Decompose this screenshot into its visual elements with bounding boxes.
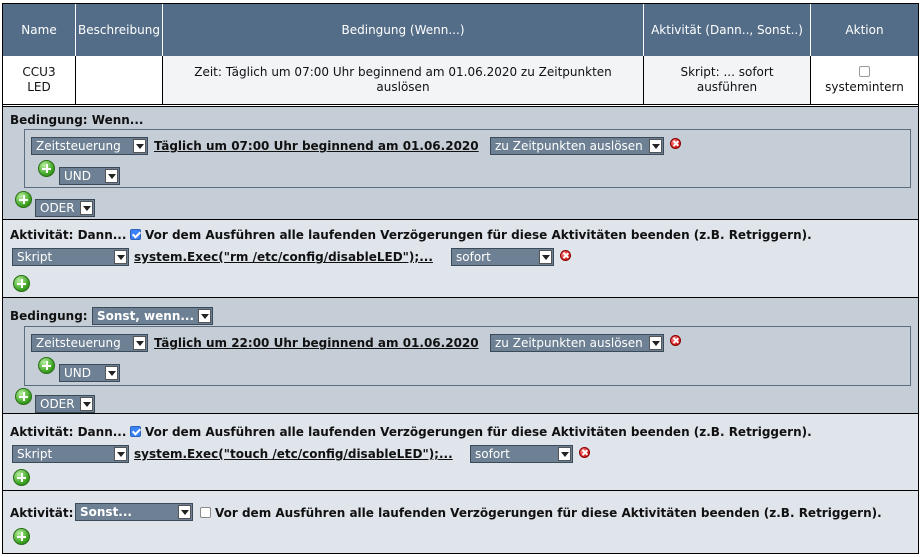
- dropdown-arrow-icon: [649, 139, 662, 153]
- add-activity-icon[interactable]: [13, 528, 30, 545]
- and-operator-select[interactable]: UND: [59, 364, 120, 382]
- dropdown-arrow-icon: [178, 505, 191, 519]
- script-link[interactable]: system.Exec("rm /etc/config/disableLED")…: [134, 250, 433, 264]
- condition-summary-cell: Zeit: Täglich um 07:00 Uhr beginnend am …: [163, 56, 644, 104]
- or-operator-select[interactable]: ODER: [35, 395, 95, 413]
- dropdown-arrow-icon: [105, 366, 118, 380]
- trigger-mode-select[interactable]: zu Zeitpunkten auslösen: [490, 334, 664, 352]
- header-beschreibung: Beschreibung: [76, 4, 163, 56]
- condition-if-group: Zeitsteuerung Täglich um 07:00 Uhr begin…: [24, 129, 911, 188]
- add-activity-icon[interactable]: [13, 275, 30, 292]
- program-editor: Name Beschreibung Bedingung (Wenn...) Ak…: [2, 3, 919, 554]
- dropdown-arrow-icon: [133, 139, 146, 153]
- delete-condition-icon[interactable]: [670, 335, 681, 346]
- dropdown-arrow-icon: [133, 336, 146, 350]
- condition-elseif-label: Bedingung:: [10, 309, 88, 323]
- add-and-condition-icon[interactable]: [38, 357, 55, 374]
- table-row: CCU3 LED Zeit: Täglich um 07:00 Uhr begin…: [3, 56, 918, 105]
- program-description-cell[interactable]: [76, 56, 163, 104]
- add-activity-icon[interactable]: [13, 469, 30, 486]
- dropdown-arrow-icon: [80, 201, 93, 215]
- stop-delays-checkbox[interactable]: [130, 229, 141, 240]
- trigger-mode-select[interactable]: zu Zeitpunkten auslösen: [490, 137, 664, 155]
- program-name-line2: LED: [27, 80, 51, 94]
- activity-summary-cell: Skript: ... sofort ausführen: [644, 56, 811, 104]
- stop-delays-text: Vor dem Ausführen alle laufenden Verzöge…: [215, 506, 882, 520]
- stop-delays-checkbox[interactable]: [130, 426, 141, 437]
- elseif-mode-select[interactable]: Sonst, wenn...: [92, 307, 213, 325]
- dropdown-arrow-icon: [649, 336, 662, 350]
- dropdown-arrow-icon: [539, 250, 552, 264]
- program-name-line1: CCU3: [22, 65, 56, 79]
- stop-delays-text: Vor dem Ausführen alle laufenden Verzöge…: [145, 228, 812, 242]
- activity-then-label: Aktivität: Dann...: [10, 228, 127, 242]
- dropdown-arrow-icon: [114, 447, 127, 461]
- condition-elseif-group: Zeitsteuerung Täglich um 22:00 Uhr begin…: [24, 326, 911, 386]
- delete-activity-icon[interactable]: [579, 447, 590, 458]
- action-cell: systemintern: [811, 56, 918, 104]
- dropdown-arrow-icon: [558, 447, 571, 461]
- dropdown-arrow-icon: [80, 397, 93, 411]
- stop-delays-text: Vor dem Ausführen alle laufenden Verzöge…: [145, 425, 812, 439]
- or-operator-select[interactable]: ODER: [35, 199, 95, 217]
- else-mode-select[interactable]: Sonst...: [75, 503, 193, 521]
- header-aktivitaet: Aktivität (Dann.., Sonst..): [644, 4, 811, 56]
- activity-then2-section: Aktivität: Dann... Vor dem Ausführen all…: [3, 413, 918, 490]
- delete-activity-icon[interactable]: [560, 250, 571, 261]
- add-and-condition-icon[interactable]: [38, 160, 55, 177]
- condition-if-label: Bedingung: Wenn...: [10, 113, 144, 127]
- timing-select[interactable]: sofort: [470, 445, 573, 463]
- activity-then2-label: Aktivität: Dann...: [10, 425, 127, 439]
- header-bedingung: Bedingung (Wenn...): [163, 4, 644, 56]
- activity-type-select[interactable]: Skript: [12, 445, 129, 463]
- script-link[interactable]: system.Exec("touch /etc/config/disableLE…: [134, 447, 453, 461]
- systemintern-label: systemintern: [825, 79, 904, 94]
- add-or-condition-icon[interactable]: [15, 191, 32, 208]
- dropdown-arrow-icon: [198, 309, 211, 323]
- activity-else-section: Aktivität: Sonst... Vor dem Ausführen al…: [3, 490, 918, 553]
- header-aktion: Aktion: [845, 23, 884, 37]
- condition-if-section: Bedingung: Wenn... Zeitsteuerung Täglich…: [3, 106, 918, 219]
- time-schedule-link[interactable]: Täglich um 22:00 Uhr beginnend am 01.06.…: [154, 336, 479, 350]
- condition-elseif-section: Bedingung: Sonst, wenn... Zeitsteuerung …: [3, 297, 918, 413]
- condition-type-select[interactable]: Zeitsteuerung: [31, 334, 148, 352]
- timing-select[interactable]: sofort: [451, 248, 554, 266]
- delete-condition-icon[interactable]: [670, 138, 681, 149]
- header-name: Name: [3, 4, 76, 56]
- dropdown-arrow-icon: [114, 250, 127, 264]
- table-header: Name Beschreibung Bedingung (Wenn...) Ak…: [3, 4, 918, 56]
- and-operator-select[interactable]: UND: [59, 167, 120, 185]
- systemintern-checkbox[interactable]: [859, 65, 870, 77]
- activity-then-section: Aktivität: Dann... Vor dem Ausführen all…: [3, 219, 918, 297]
- stop-delays-checkbox[interactable]: [200, 507, 211, 518]
- time-schedule-link[interactable]: Täglich um 07:00 Uhr beginnend am 01.06.…: [154, 139, 479, 153]
- program-name-cell[interactable]: CCU3 LED: [3, 56, 76, 104]
- dropdown-arrow-icon: [105, 169, 118, 183]
- activity-else-label: Aktivität:: [10, 506, 74, 520]
- activity-type-select[interactable]: Skript: [12, 248, 129, 266]
- condition-type-select[interactable]: Zeitsteuerung: [31, 137, 148, 155]
- add-or-condition-icon[interactable]: [15, 388, 32, 405]
